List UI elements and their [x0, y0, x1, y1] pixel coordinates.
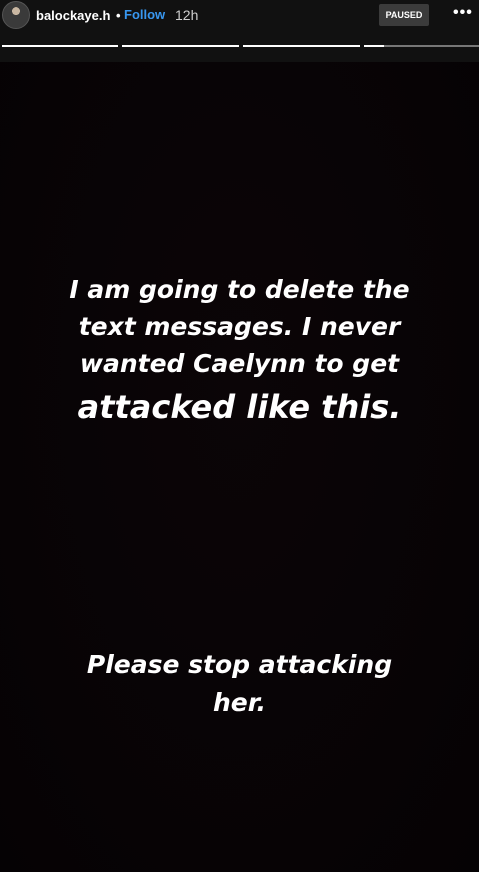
username[interactable]: balockaye.h: [36, 8, 110, 23]
progress-segment-4-fill: [364, 45, 384, 47]
story-header: balockaye.h • Follow 12h PAUSED •••: [0, 0, 479, 62]
separator-dot: •: [116, 8, 121, 23]
post-time: 12h: [175, 7, 199, 23]
story-content[interactable]: [0, 62, 479, 872]
progress-segment-1: [2, 45, 118, 47]
story-text-line: text messages. I never: [78, 312, 401, 341]
story-text-line: Please stop attacking: [86, 650, 393, 679]
more-options-icon[interactable]: •••: [453, 4, 473, 22]
story-viewer[interactable]: balockaye.h • Follow 12h PAUSED ••• I am…: [0, 0, 479, 872]
story-text-line: I am going to delete the: [69, 275, 410, 304]
story-text-line: her.: [212, 688, 266, 717]
progress-segment-3: [243, 45, 360, 47]
progress-segment-2: [122, 45, 239, 47]
avatar[interactable]: [2, 1, 30, 29]
follow-button[interactable]: Follow: [124, 7, 165, 22]
story-text-line: attacked like this.: [77, 388, 402, 426]
story-text-line: wanted Caelynn to get: [79, 349, 400, 378]
paused-badge: PAUSED: [379, 4, 429, 26]
